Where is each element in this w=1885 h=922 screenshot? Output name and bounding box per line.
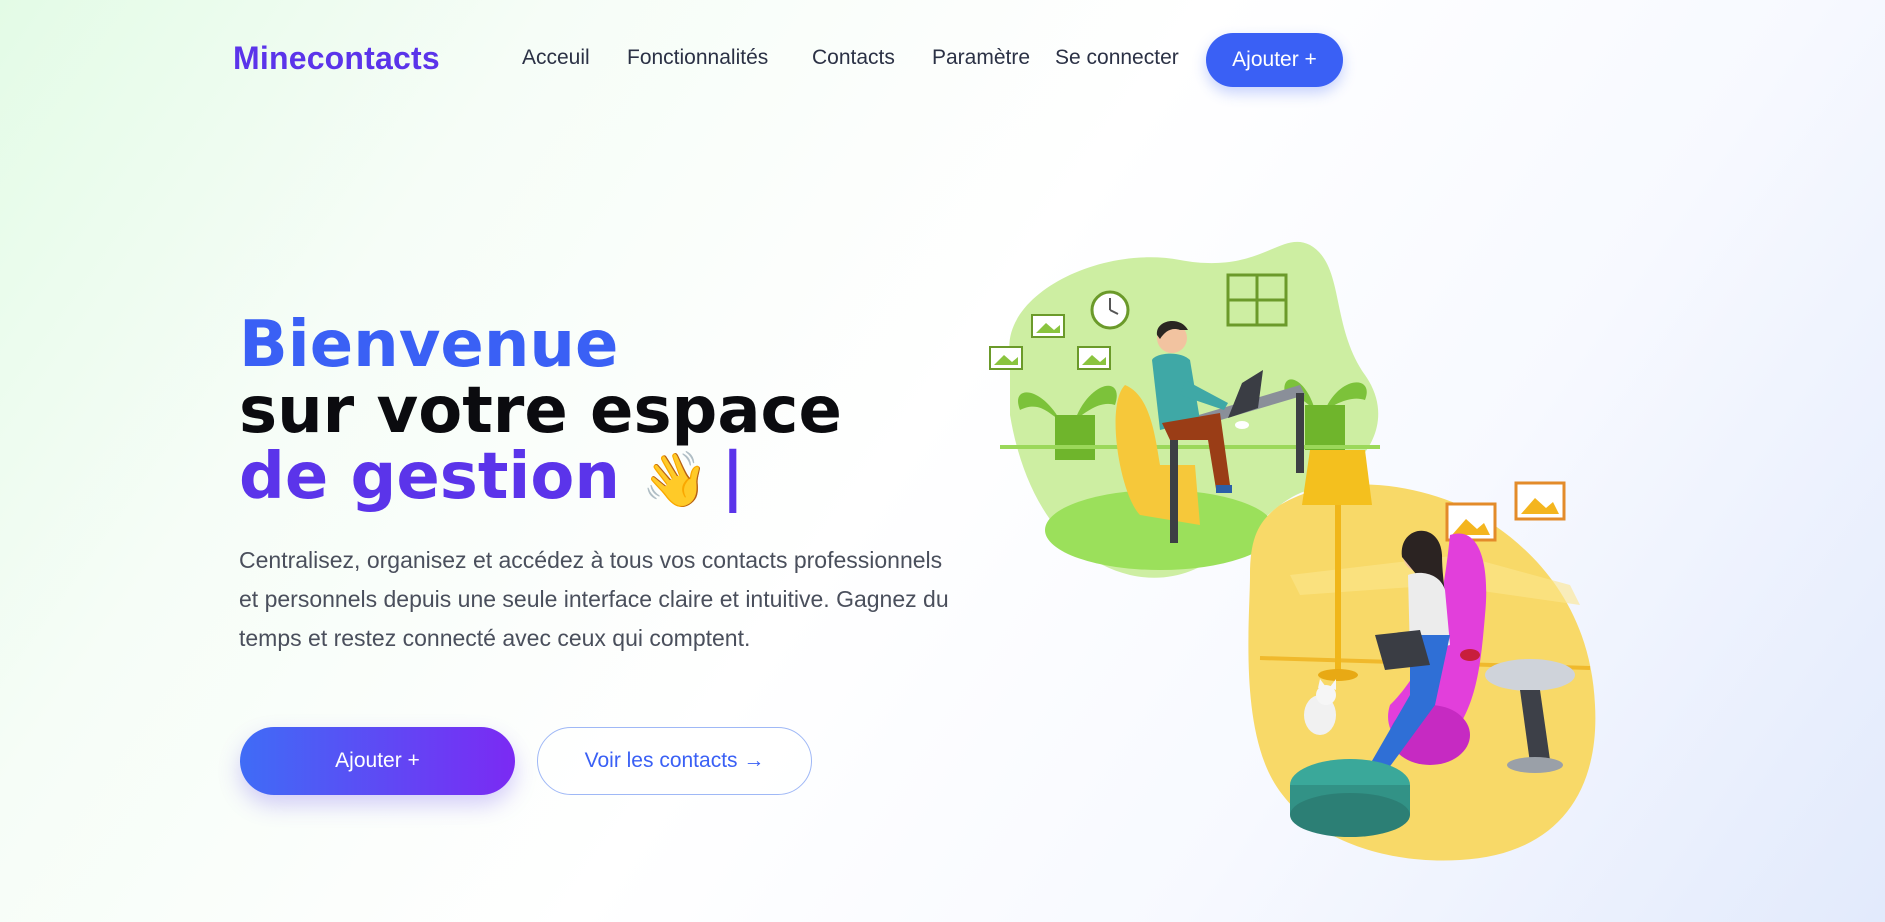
nav-link-parametre[interactable]: Paramètre	[932, 46, 1030, 70]
top-navbar: Minecontacts Acceuil Fonctionnalités Con…	[0, 0, 1885, 120]
nav-add-button[interactable]: Ajouter +	[1206, 33, 1343, 87]
nav-link-contacts[interactable]: Contacts	[812, 46, 895, 70]
hero-add-button[interactable]: Ajouter +	[240, 727, 515, 795]
hero-heading: Bienvenue sur votre espace de gestion 👋 |	[239, 312, 959, 513]
view-contacts-button[interactable]: Voir les contacts →	[537, 727, 812, 795]
hero-description: Centralisez, organisez et accédez à tous…	[239, 547, 949, 651]
nav-link-acceuil[interactable]: Acceuil	[522, 46, 590, 70]
nav-link-fonctionnalites[interactable]: Fonctionnalités	[627, 46, 768, 70]
nav-link-se-connecter[interactable]: Se connecter	[1055, 46, 1179, 70]
hero-title-line-2: sur votre espace	[239, 374, 842, 448]
people-working-on-laptops-illustration	[989, 241, 1596, 861]
hero-title-line-1: Bienvenue	[239, 308, 619, 382]
brand-logo[interactable]: Minecontacts	[233, 40, 440, 77]
waving-hand-icon: 👋	[641, 448, 710, 511]
typing-cursor: |	[721, 440, 745, 514]
hero-title-line-3: de gestion 👋 |	[239, 444, 959, 513]
hero-title-line-3-text: de gestion	[239, 440, 620, 514]
